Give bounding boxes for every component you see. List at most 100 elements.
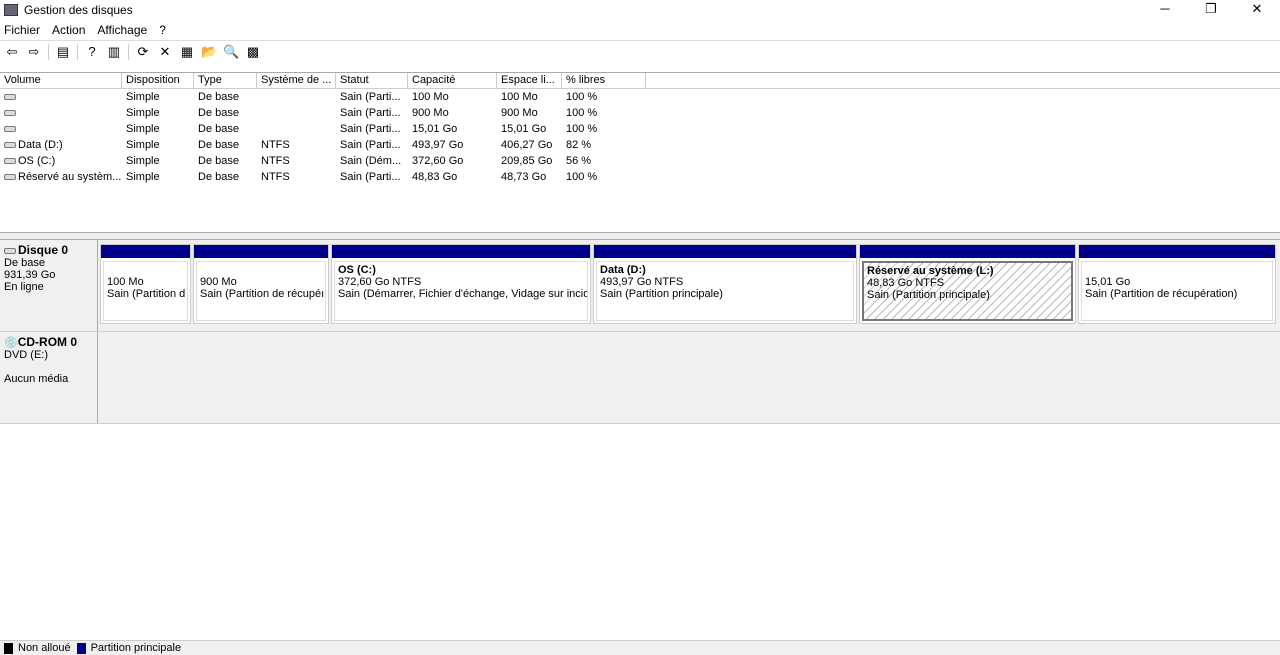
cell: OS (C:) [0, 153, 122, 169]
toolbar: ⇦ ⇨ ▤? ▥ ⟳ ✕ ▦ 📂 🔍 ▩ [0, 40, 1280, 62]
partition[interactable]: OS (C:) 372,60 Go NTFS Sain (Démarrer, Fic… [331, 244, 591, 324]
cell: Simple [122, 105, 194, 121]
cell: De base [194, 121, 257, 137]
cdrom-icon: 💿 [4, 337, 18, 349]
cell-text: 15,01 Go [412, 123, 458, 135]
cell [0, 89, 122, 105]
cell: Simple [122, 169, 194, 185]
column-header[interactable]: Statut [336, 73, 408, 88]
cell-text: 48,83 Go [412, 171, 458, 183]
partition-title: Réservé au système (L:) [867, 265, 994, 277]
cell: De base [194, 169, 257, 185]
cell: NTFS [257, 153, 336, 169]
volume-row[interactable]: Simple De base Sain (Parti... 15,01 Go 15,01… [0, 121, 1280, 137]
cell-text: 48,73 Go [501, 171, 547, 183]
console-tree-icon[interactable]: ▤ [55, 44, 71, 60]
partition[interactable]: 15,01 Go Sain (Partition de récupération) [1078, 244, 1276, 324]
volume-row[interactable]: Simple De base Sain (Parti... 900 Mo 900 Mo 1… [0, 105, 1280, 121]
cell-text: OS (C:) [18, 155, 56, 167]
cell-text: De base [198, 91, 239, 103]
cell: Data (D:) [0, 137, 122, 153]
column-header[interactable]: Espace li... [497, 73, 562, 88]
cell: 493,97 Go [408, 137, 497, 153]
column-header[interactable]: % libres [562, 73, 646, 88]
cell [0, 121, 122, 137]
cell-text: 406,27 Go [501, 139, 553, 151]
cell-text: Simple [126, 139, 160, 151]
menu-action[interactable]: Action [52, 23, 85, 37]
cdrom-0-label[interactable]: 💿CD-ROM 0 DVD (E:) Aucun média [0, 332, 98, 423]
partition-bar [332, 245, 590, 258]
volume-icon [4, 142, 16, 149]
cdrom-name: CD-ROM 0 [17, 335, 78, 349]
minimize-button[interactable]: ─ [1142, 0, 1188, 20]
cell-text: Réservé au systèm... [18, 171, 122, 183]
toolbar-separator [128, 43, 129, 60]
column-header[interactable]: Capacité [408, 73, 497, 88]
cell: Sain (Parti... [336, 169, 408, 185]
menu-affichage[interactable]: Affichage [97, 23, 147, 37]
cdrom-media: Aucun média [4, 373, 69, 385]
volume-row[interactable]: OS (C:) Simple De base NTFS Sain (Dém... 372,… [0, 153, 1280, 169]
partition-status: Sain (Partition d [107, 288, 186, 300]
forward-icon[interactable]: ⇨ [26, 44, 42, 60]
volume-row[interactable]: Data (D:) Simple De base NTFS Sain (Parti...… [0, 137, 1280, 153]
partition-bar [194, 245, 328, 258]
column-header[interactable]: Disposition [122, 73, 194, 88]
settings-icon[interactable]: ▩ [245, 44, 261, 60]
partition-size: 493,97 Go NTFS [600, 276, 684, 288]
volume-list: Volume Disposition Type Système de ... Statu… [0, 72, 1280, 232]
legend-primary: Partition principale [90, 642, 182, 654]
partition[interactable]: 900 Mo Sain (Partition de récupéı [193, 244, 329, 324]
cell: 372,60 Go [408, 153, 497, 169]
column-header[interactable]: Type [194, 73, 257, 88]
restore-button[interactable]: ❐ [1188, 0, 1234, 20]
menu-fichier[interactable]: Fichier [4, 23, 40, 37]
search-icon[interactable]: 🔍 [223, 44, 239, 60]
cell-text: De base [198, 139, 239, 151]
cell-text: Simple [126, 91, 160, 103]
toolbar-separator [77, 43, 78, 60]
partition-size: 372,60 Go NTFS [338, 276, 422, 288]
unallocated-swatch [4, 642, 13, 654]
cell-text: Simple [126, 107, 160, 119]
cell: 100 % [562, 89, 646, 105]
primary-swatch [76, 642, 86, 654]
action-pane-icon[interactable]: ▥ [106, 44, 122, 60]
back-icon[interactable]: ⇦ [4, 44, 20, 60]
close-button[interactable]: ✕ [1234, 0, 1280, 20]
partition-status: Sain (Partition principale) [867, 289, 990, 301]
menu-help[interactable]: ? [159, 23, 166, 37]
volume-row[interactable]: Réservé au systèm... Simple De base NTFS Sai… [0, 169, 1280, 185]
refresh-icon[interactable]: ⟳ [135, 44, 151, 60]
cell: De base [194, 137, 257, 153]
cell: 82 % [562, 137, 646, 153]
disk-management-icon [4, 4, 18, 16]
toolbar-separator [48, 43, 49, 60]
cell: Simple [122, 153, 194, 169]
partition[interactable]: Data (D:) 493,97 Go NTFS Sain (Partition p… [593, 244, 857, 324]
pane-splitter[interactable] [0, 232, 1280, 240]
cell-text: 100 % [566, 107, 598, 119]
column-header[interactable]: Volume [0, 73, 122, 88]
cdrom-drive: DVD (E:) [4, 349, 48, 361]
cell-text: 15,01 Go [501, 123, 547, 135]
column-header[interactable]: Système de ... [257, 73, 336, 88]
cell [257, 89, 336, 105]
legend: Non alloué Partition principale [0, 640, 1280, 655]
cell-text: Simple [126, 123, 160, 135]
cell: 900 Mo [497, 105, 562, 121]
disk-0-label[interactable]: Disque 0 De base 931,39 Go En ligne [0, 240, 98, 331]
cell [0, 105, 122, 121]
partition-title: OS (C:) [338, 264, 376, 276]
open-icon[interactable]: 📂 [201, 44, 217, 60]
properties-icon[interactable]: ▦ [179, 44, 195, 60]
cell-text: De base [198, 123, 239, 135]
partition[interactable]: 100 Mo Sain (Partition d [100, 244, 191, 324]
partition[interactable]: Réservé au système (L:) 48,83 Go NTFS Sain… [859, 244, 1076, 324]
cell-text: 372,60 Go [412, 155, 464, 167]
cell-text: Sain (Dém... [340, 155, 402, 167]
delete-icon[interactable]: ✕ [157, 44, 173, 60]
volume-row[interactable]: Simple De base Sain (Parti... 100 Mo 100 Mo 1… [0, 89, 1280, 105]
help-icon[interactable]: ? [84, 44, 100, 59]
